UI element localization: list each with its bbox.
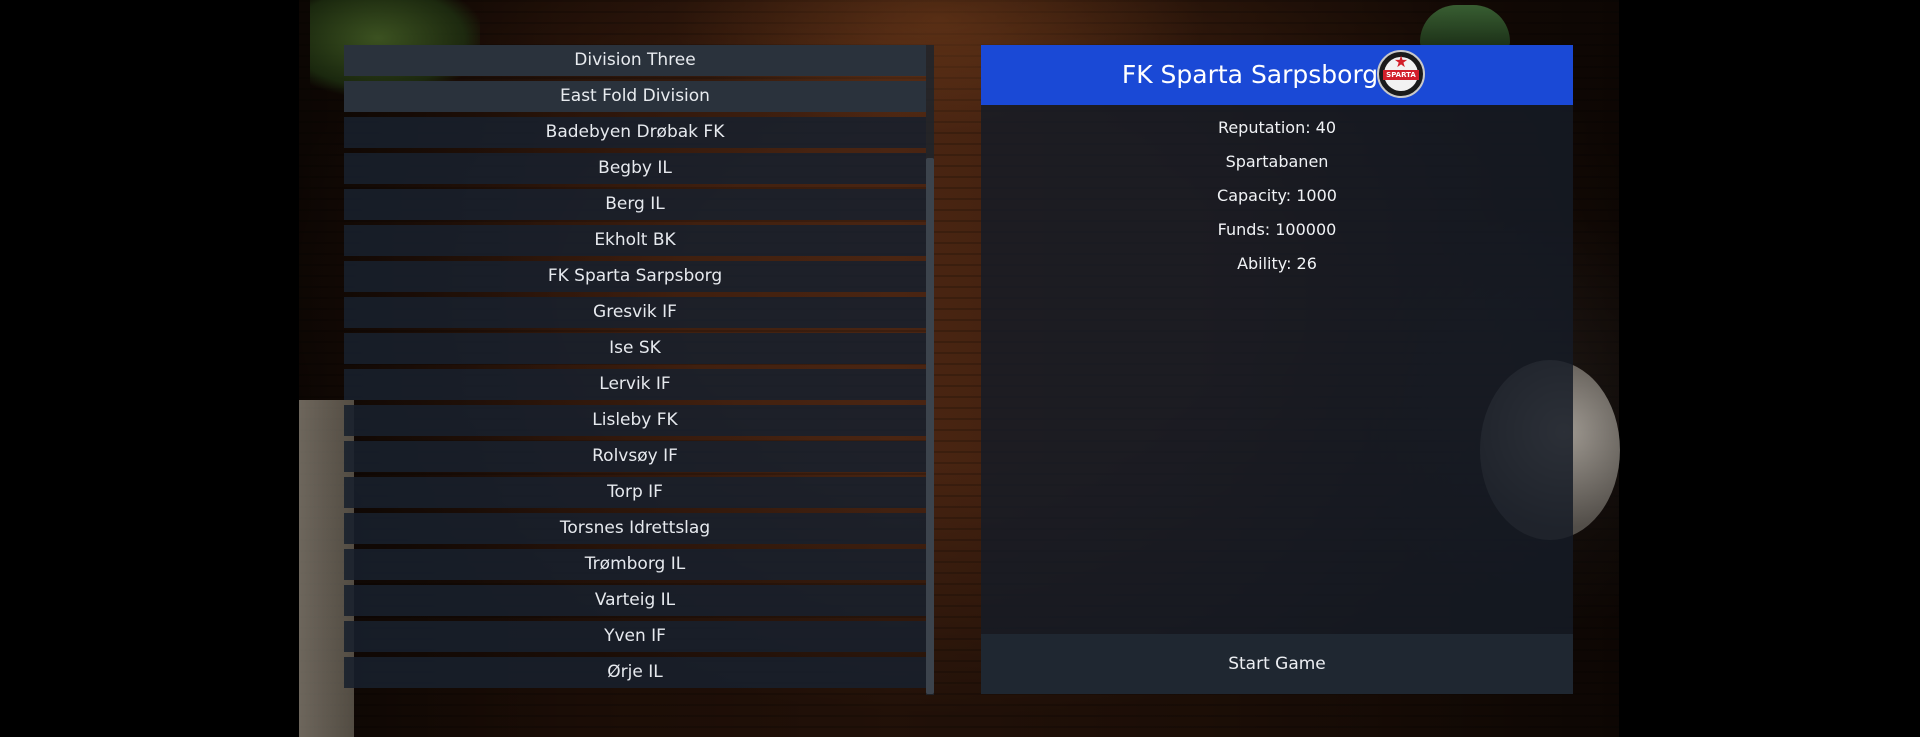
team-row[interactable]: Ise SK bbox=[344, 333, 926, 364]
team-row[interactable]: Badebyen Drøbak FK bbox=[344, 117, 926, 148]
team-list: Division Three East Fold Division Badeby… bbox=[344, 45, 934, 695]
team-list-scrollbar[interactable] bbox=[926, 45, 934, 695]
team-name: Rolvsøy IF bbox=[592, 446, 678, 466]
club-header: FK Sparta Sarpsborg ★ SPARTA bbox=[981, 45, 1573, 105]
club-detail-panel: FK Sparta Sarpsborg ★ SPARTA Reputation:… bbox=[981, 45, 1573, 694]
team-row[interactable]: Berg IL bbox=[344, 189, 926, 220]
team-row[interactable]: Rolvsøy IF bbox=[344, 441, 926, 472]
team-name: Torsnes Idrettslag bbox=[559, 518, 711, 538]
crest-band-text: SPARTA bbox=[1383, 70, 1419, 80]
ability-stat: Ability: 26 bbox=[1237, 254, 1317, 273]
division-label: Division Three bbox=[574, 50, 696, 70]
game-screen: Division Three East Fold Division Badeby… bbox=[0, 0, 1920, 737]
team-name: Gresvik IF bbox=[593, 302, 677, 322]
team-row[interactable]: Ørje IL bbox=[344, 657, 926, 688]
team-name: Begby IL bbox=[598, 158, 672, 178]
subdivision-label: East Fold Division bbox=[560, 86, 710, 106]
club-name: FK Sparta Sarpsborg bbox=[1121, 60, 1379, 89]
team-name: Varteig IL bbox=[594, 590, 676, 610]
team-row[interactable]: Yven IF bbox=[344, 621, 926, 652]
capacity-stat: Capacity: 1000 bbox=[1217, 186, 1337, 205]
team-row[interactable]: Ekholt BK bbox=[344, 225, 926, 256]
team-name: Berg IL bbox=[605, 194, 665, 214]
team-row[interactable]: Torsnes Idrettslag bbox=[344, 513, 926, 544]
team-name: Ekholt BK bbox=[594, 230, 676, 250]
team-name: Ise SK bbox=[609, 338, 661, 358]
team-row[interactable]: Varteig IL bbox=[344, 585, 926, 616]
crest-star-icon: ★ bbox=[1393, 52, 1409, 71]
subdivision-header: East Fold Division bbox=[344, 81, 926, 112]
start-game-button[interactable]: Start Game bbox=[981, 634, 1573, 694]
division-header: Division Three bbox=[344, 45, 926, 76]
funds-stat: Funds: 100000 bbox=[1217, 220, 1337, 239]
stadium-name: Spartabanen bbox=[1225, 152, 1329, 171]
team-name: Badebyen Drøbak FK bbox=[545, 122, 725, 142]
team-row[interactable]: Torp IF bbox=[344, 477, 926, 508]
scrollbar-thumb[interactable] bbox=[926, 158, 934, 694]
team-name: FK Sparta Sarpsborg bbox=[547, 266, 723, 286]
reputation-stat: Reputation: 40 bbox=[1217, 118, 1337, 137]
team-name: Torp IF bbox=[607, 482, 663, 502]
team-row[interactable]: Lervik IF bbox=[344, 369, 926, 400]
team-name: Ørje IL bbox=[607, 662, 663, 682]
club-crest-icon: ★ SPARTA bbox=[1377, 50, 1425, 98]
team-name: Lervik IF bbox=[599, 374, 671, 394]
team-row[interactable]: Trømborg IL bbox=[344, 549, 926, 580]
team-name: Lisleby FK bbox=[592, 410, 678, 430]
team-name: Yven IF bbox=[604, 626, 666, 646]
team-row[interactable]: Begby IL bbox=[344, 153, 926, 184]
team-row[interactable]: Gresvik IF bbox=[344, 297, 926, 328]
team-row[interactable]: Lisleby FK bbox=[344, 405, 926, 436]
team-name: Trømborg IL bbox=[584, 554, 686, 574]
team-row[interactable]: FK Sparta Sarpsborg bbox=[344, 261, 926, 292]
